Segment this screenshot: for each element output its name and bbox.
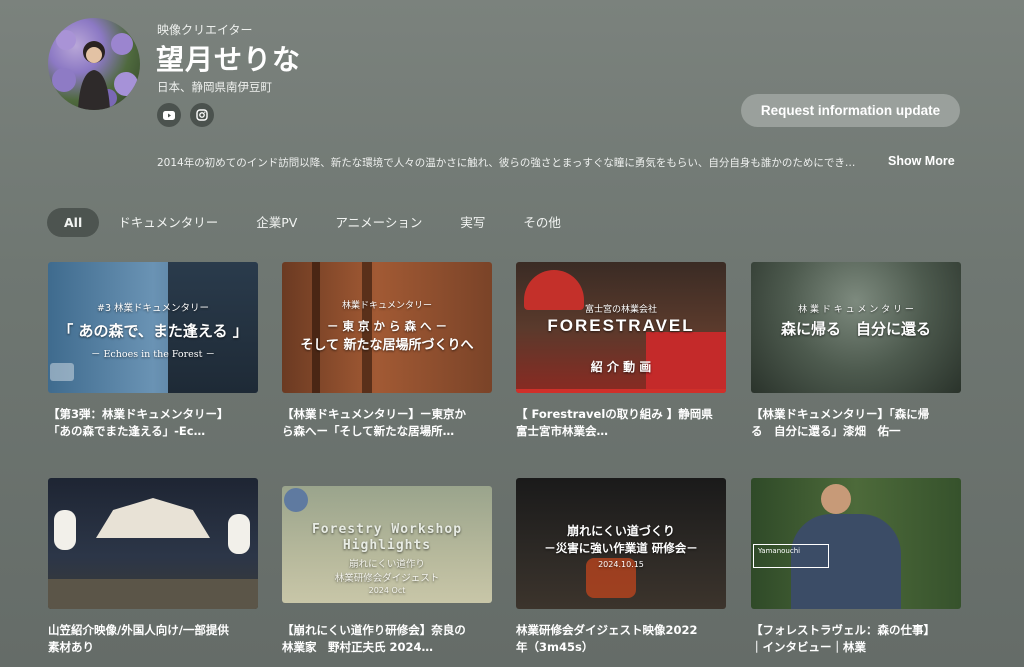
- thumbnail-subtitle: － Echoes in the Forest －: [90, 349, 216, 360]
- video-title-6[interactable]: 【崩れにくい道作り研修会】奈良の 林業家 野村正夫氏 2024…: [282, 622, 492, 656]
- thumbnail-subtitle: －災害に強い作業道 研修会－: [544, 541, 698, 555]
- video-title-line: 【林業ドキュメンタリー】ー東京か: [282, 407, 466, 421]
- video-title-line: 山笠紹介映像/外国人向け/一部提供: [48, 623, 229, 637]
- profile-bio: 2014年の初めてのインド訪問以降、新たな環境で人々の温かさに触れ、彼らの強さと…: [157, 157, 856, 169]
- tab-other[interactable]: その他: [504, 208, 580, 237]
- thumbnail-title-line2: Highlights: [342, 538, 432, 553]
- video-thumbnail[interactable]: 林業ドキュメンタリー － 東 京 か ら 森 へ － そして 新たな居場所づくり…: [282, 262, 492, 393]
- thumbnail-caption: 林業ドキュメンタリー: [341, 301, 432, 311]
- thumbnail-caption: Yamanouchi: [758, 547, 801, 555]
- thumbnail-title: 崩れにくい道づくり: [567, 524, 675, 538]
- thumbnail-title: 森に帰る 自分に還る: [780, 320, 931, 338]
- instagram-link[interactable]: [190, 103, 214, 127]
- video-title-8[interactable]: 【フォレストラヴェル：森の仕事】 ｜インタビュー｜林業: [751, 622, 961, 656]
- tab-documentary[interactable]: ドキュメンタリー: [99, 208, 237, 237]
- video-thumbnail[interactable]: 富士宮の林業会社 FORESTRAVEL 紹 介 動 画: [516, 262, 726, 393]
- video-title-line: 【 Forestravelの取り組み 】静岡県: [516, 407, 713, 421]
- video-thumbnail[interactable]: 崩れにくい道づくり －災害に強い作業道 研修会－ 2024.10.15: [516, 478, 726, 609]
- thumbnail-caption: 崩れにくい道作り: [349, 559, 425, 570]
- video-title-line: 年（3m45s）: [516, 640, 594, 654]
- thumbnail-subtitle: － 東 京 か ら 森 へ －: [326, 319, 448, 333]
- video-thumbnail[interactable]: Yamanouchi: [751, 478, 961, 609]
- video-title-line: 【林業ドキュメンタリー】「森に帰: [751, 407, 930, 421]
- request-information-update-button[interactable]: Request information update: [741, 94, 960, 127]
- instagram-icon: [196, 109, 208, 121]
- tab-live-action[interactable]: 実写: [441, 208, 504, 237]
- video-title-line: 【第3弾：林業ドキュメンタリー】: [48, 407, 229, 421]
- tab-corporate-pv[interactable]: 企業PV: [237, 208, 316, 237]
- video-title-1[interactable]: 【第3弾：林業ドキュメンタリー】 「あの森でまた逢える」-Ec…: [48, 406, 258, 440]
- name-caption-box: Yamanouchi: [753, 544, 829, 568]
- thumbnail-title: 「 あの森で、また逢える 」: [58, 322, 248, 340]
- category-tabs: All ドキュメンタリー 企業PV アニメーション 実写 その他: [47, 208, 580, 237]
- thumbnail-caption: 林 業 ド キ ュ メ ン タ リ ー: [798, 305, 914, 315]
- show-more-link[interactable]: Show More: [888, 154, 955, 168]
- profile-name: 望月せりな: [156, 43, 302, 76]
- video-thumbnail[interactable]: [48, 478, 258, 609]
- video-title-line: 林業家 野村正夫氏 2024…: [282, 640, 434, 654]
- thumbnail-caption: 富士宮の林業会社: [584, 305, 657, 315]
- video-title-3[interactable]: 【 Forestravelの取り組み 】静岡県 富士宮市林業会…: [516, 406, 726, 440]
- video-title-line: 【崩れにくい道作り研修会】奈良の: [282, 623, 466, 637]
- youtube-icon: [163, 110, 175, 120]
- thumbnail-caption: #3 林業ドキュメンタリー: [96, 303, 210, 314]
- profile-role: 映像クリエイター: [157, 23, 253, 37]
- profile-avatar: [48, 18, 140, 110]
- video-thumbnail[interactable]: Forestry Workshop Highlights 崩れにくい道作り 林業…: [282, 486, 492, 603]
- thumbnail-date: 2024 Oct: [368, 586, 406, 595]
- thumbnail-badge: [50, 363, 74, 381]
- thumbnail-subtitle: 林業研修会ダイジェスト: [334, 573, 440, 584]
- avatar-photo: [52, 30, 138, 110]
- video-title-line: ら森へー「そして新たな居場所…: [282, 424, 455, 438]
- video-title-line: 「あの森でまた逢える」-Ec…: [48, 424, 206, 438]
- video-title-5[interactable]: 山笠紹介映像/外国人向け/一部提供 素材あり: [48, 622, 258, 656]
- youtube-link[interactable]: [157, 103, 181, 127]
- video-title-4[interactable]: 【林業ドキュメンタリー】「森に帰 る 自分に還る」漆畑 佑一: [751, 406, 961, 440]
- profile-location: 日本、静岡県南伊豆町: [157, 80, 272, 94]
- video-title-line: 【フォレストラヴェル：森の仕事】: [751, 623, 935, 637]
- video-title-line: 林業研修会ダイジェスト映像2022: [516, 623, 698, 637]
- thumbnail-date: 2024.10.15: [598, 560, 644, 569]
- video-title-2[interactable]: 【林業ドキュメンタリー】ー東京か ら森へー「そして新たな居場所…: [282, 406, 492, 440]
- thumbnail-title: FORESTRAVEL: [547, 316, 695, 335]
- video-title-7[interactable]: 林業研修会ダイジェスト映像2022 年（3m45s）: [516, 622, 726, 656]
- video-thumbnail[interactable]: #3 林業ドキュメンタリー 「 あの森で、また逢える 」 － Echoes in…: [48, 262, 258, 393]
- video-title-line: る 自分に還る」漆畑 佑一: [751, 424, 901, 438]
- video-thumbnail[interactable]: 林 業 ド キ ュ メ ン タ リ ー 森に帰る 自分に還る: [751, 262, 961, 393]
- video-title-line: ｜インタビュー｜林業: [751, 640, 866, 654]
- video-title-line: 素材あり: [48, 640, 94, 654]
- video-title-line: 富士宮市林業会…: [516, 424, 608, 438]
- tab-all[interactable]: All: [47, 208, 100, 237]
- thumbnail-title: Forestry Workshop: [311, 522, 463, 537]
- thumbnail-title: そして 新たな居場所づくりへ: [300, 338, 474, 353]
- tab-animation[interactable]: アニメーション: [316, 208, 441, 237]
- thumbnail-subtitle: 紹 介 動 画: [590, 360, 652, 374]
